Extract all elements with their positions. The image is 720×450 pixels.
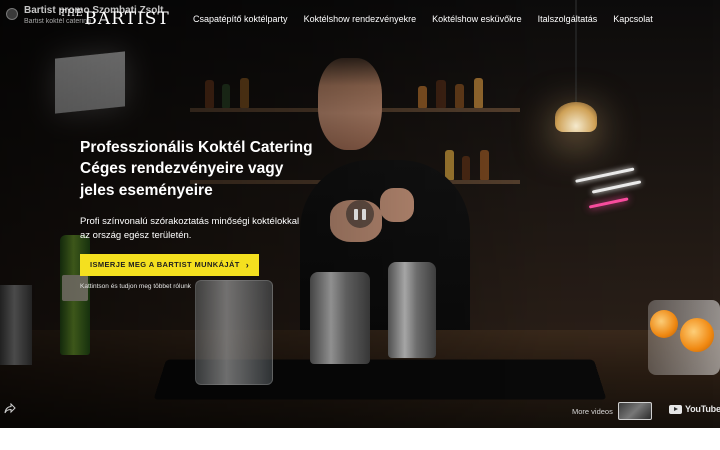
pause-icon bbox=[362, 208, 366, 220]
hero-title-line: Professzionális Koktél Catering bbox=[80, 139, 313, 156]
share-arrow-icon bbox=[4, 402, 16, 413]
channel-avatar[interactable] bbox=[6, 8, 18, 20]
page: Bartist promo Szombati Zsolt Bartist kok… bbox=[0, 0, 720, 450]
nav-item-drink-service[interactable]: Italszolgáltatás bbox=[538, 14, 598, 24]
more-videos-thumbnail bbox=[617, 402, 652, 420]
learn-more-label: ISMERJE MEG A BARTIST MUNKÁJÁT bbox=[90, 260, 240, 270]
logo-prefix: THE bbox=[60, 9, 84, 19]
site-header: Bartist promo Szombati Zsolt Bartist kok… bbox=[0, 0, 720, 38]
pause-icon bbox=[354, 208, 358, 220]
youtube-wordmark: YouTube bbox=[685, 404, 720, 414]
nav-item-team-building[interactable]: Csapatépítő koktélparty bbox=[193, 14, 288, 24]
main-navigation: Csapatépítő koktélparty Koktélshow rende… bbox=[193, 14, 653, 24]
site-logo[interactable]: THEBARTIST bbox=[60, 9, 170, 29]
hero-content: Professzionális Koktél Catering Céges re… bbox=[80, 137, 360, 290]
nav-item-event-cocktail-show[interactable]: Koktélshow rendezvényekre bbox=[304, 14, 417, 24]
nav-item-wedding-cocktail-show[interactable]: Koktélshow esküvőkre bbox=[432, 14, 522, 24]
youtube-play-icon bbox=[669, 404, 682, 414]
share-button[interactable] bbox=[2, 400, 18, 416]
hero-title: Professzionális Koktél Catering Céges re… bbox=[80, 137, 360, 201]
chevron-right-icon: › bbox=[245, 259, 250, 270]
cta-note: Kattintson és tudjon meg többet rólunk bbox=[80, 282, 191, 290]
pause-button[interactable] bbox=[346, 200, 374, 228]
more-videos-label: More videos bbox=[572, 406, 613, 416]
logo-text: BARTIST bbox=[84, 9, 170, 29]
youtube-logo[interactable]: YouTube bbox=[669, 404, 720, 414]
hero-title-line: Céges rendezvényeire vagy bbox=[80, 160, 284, 178]
hero-description: Profi színvonalú szórakoztatás minőségi … bbox=[80, 216, 300, 242]
learn-more-button[interactable]: ISMERJE MEG A BARTIST MUNKÁJÁT › bbox=[80, 253, 260, 276]
nav-item-contact[interactable]: Kapcsolat bbox=[613, 14, 653, 24]
more-videos-button[interactable]: More videos bbox=[572, 402, 652, 420]
hero-title-line: jeles eseményeire bbox=[80, 181, 213, 199]
